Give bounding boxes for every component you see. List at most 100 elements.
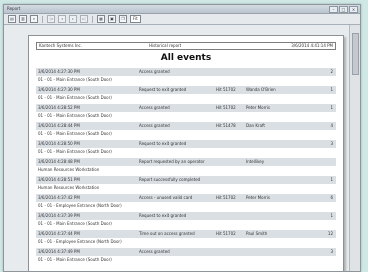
event-timestamp: 3/6/2014 4:28:51 PM <box>38 177 80 182</box>
event-entry[interactable]: 3/6/2014 4:37:39 PM Request to exit grant… <box>36 212 336 228</box>
event-timestamp: 3/6/2014 4:28:50 PM <box>38 141 80 146</box>
copy-icon[interactable]: ❐ <box>119 15 127 23</box>
event-main-row: 3/6/2014 4:27:30 PM Request to exit grant… <box>36 86 336 94</box>
event-main-row: 3/6/2014 4:28:51 PM Report successfully c… <box>36 176 336 184</box>
events-list: 3/6/2014 4:27:30 PM Access granted 2 01 - 0… <box>36 68 336 266</box>
event-location: 01 - 01 - Employee Entrance (North Door) <box>38 239 122 244</box>
event-entry[interactable]: 3/6/2014 4:37:44 PM Time out on access gr… <box>36 230 336 246</box>
toolbar-separator <box>42 15 43 23</box>
event-entry[interactable]: 3/6/2014 4:28:52 PM Access granted Hit 517… <box>36 104 336 120</box>
event-entry[interactable]: 3/6/2014 4:28:48 PM Report requested by a… <box>36 158 336 174</box>
previous-page-icon[interactable]: ◂ <box>58 15 66 23</box>
event-entry[interactable]: 3/6/2014 4:27:30 PM Access granted 2 01 - 0… <box>36 68 336 84</box>
event-main-row: 3/6/2014 4:28:48 PM Report requested by a… <box>36 158 336 166</box>
scrollbar-thumb[interactable] <box>352 33 359 75</box>
cardholder-name: Intellikey <box>246 159 265 164</box>
event-main-row: 3/6/2014 4:37:42 PM Access - unused valid… <box>36 194 336 202</box>
event-description: Time out on access granted <box>139 231 195 236</box>
event-description: Access granted <box>139 105 170 110</box>
cardholder-name: Peter Morris <box>246 195 270 200</box>
event-location: 01 - 01 - Main Entrance (South Door) <box>38 131 112 136</box>
cardholder-name: Paul Smith <box>246 231 268 236</box>
event-main-row: 3/6/2014 4:28:50 PM Request to exit grant… <box>36 140 336 148</box>
export-icon[interactable]: ▥ <box>19 15 27 23</box>
event-main-row: 3/6/2014 4:37:49 PM Access granted 3 <box>36 248 336 256</box>
card-number: Hit 51702 <box>216 231 236 236</box>
event-description: Request to exit granted <box>139 141 187 146</box>
print-preview-icon[interactable]: ▣ <box>108 15 116 23</box>
title-bar: Report – □ × <box>4 5 360 14</box>
event-location-row: 01 - 01 - Employee Entrance (North Door) <box>36 202 336 210</box>
event-count: 3 <box>330 249 333 254</box>
report-type: Historical report <box>149 43 182 48</box>
event-timestamp: 3/6/2014 4:37:39 PM <box>38 213 80 218</box>
search-icon[interactable]: ⌕ <box>30 15 38 23</box>
event-main-row: 3/6/2014 4:28:52 PM Access granted Hit 517… <box>36 104 336 112</box>
event-entry[interactable]: 3/6/2014 4:28:50 PM Request to exit grant… <box>36 140 336 156</box>
event-location: 01 - 01 - Main Entrance (South Door) <box>38 95 112 100</box>
event-entry[interactable]: 3/6/2014 4:37:42 PM Access - unused valid… <box>36 194 336 210</box>
event-description: Access granted <box>139 69 170 74</box>
event-location-row: 01 - 01 - Main Entrance (South Door) <box>36 220 336 228</box>
event-location: 01 - 01 - Employee Entrance (North Door) <box>38 203 122 208</box>
event-count: 1 <box>330 87 333 92</box>
event-timestamp: 3/6/2014 4:27:30 PM <box>38 87 80 92</box>
page-setup-icon[interactable]: ▦ <box>97 15 105 23</box>
card-number: Hit 51702 <box>216 105 236 110</box>
event-location-row: 01 - 01 - Main Entrance (South Door) <box>36 94 336 102</box>
card-number: Hit 51478 <box>216 123 236 128</box>
last-page-icon[interactable]: ▸| <box>80 15 88 23</box>
event-main-row: 3/6/2014 4:37:44 PM Time out on access gr… <box>36 230 336 238</box>
event-location: 01 - 01 - Main Entrance (South Door) <box>38 113 112 118</box>
event-entry[interactable]: 3/6/2014 4:28:44 PM Access granted Hit 514… <box>36 122 336 138</box>
event-count: 3 <box>330 141 333 146</box>
close-button[interactable]: × <box>349 6 358 13</box>
event-entry[interactable]: 3/6/2014 4:27:30 PM Request to exit grant… <box>36 86 336 102</box>
event-count: 1 <box>330 105 333 110</box>
event-description: Access granted <box>139 249 170 254</box>
minimize-button[interactable]: – <box>329 6 338 13</box>
event-timestamp: 3/6/2014 4:27:30 PM <box>38 69 80 74</box>
zoom-select[interactable]: Fit <box>130 15 141 23</box>
report-header: Kantech Systems Inc. Historical report 3… <box>36 42 336 50</box>
event-entry[interactable]: 3/6/2014 4:28:51 PM Report successfully c… <box>36 176 336 192</box>
event-description: Request to exit granted <box>139 213 187 218</box>
event-entry[interactable]: 3/6/2014 4:37:49 PM Access granted 3 01 - 0… <box>36 248 336 264</box>
event-main-row: 3/6/2014 4:28:44 PM Access granted Hit 514… <box>36 122 336 130</box>
event-location: 01 - 01 - Main Entrance (South Door) <box>38 77 112 82</box>
event-location-row: 01 - 01 - Main Entrance (South Door) <box>36 256 336 264</box>
report-viewport[interactable]: Kantech Systems Inc. Historical report 3… <box>4 25 360 271</box>
event-location: 01 - 01 - Main Entrance (South Door) <box>38 257 112 262</box>
event-count: 6 <box>330 195 333 200</box>
report-page: Kantech Systems Inc. Historical report 3… <box>28 35 344 271</box>
event-timestamp: 3/6/2014 4:28:48 PM <box>38 159 80 164</box>
company-name: Kantech Systems Inc. <box>39 43 83 48</box>
event-location-row: 01 - 01 - Main Entrance (South Door) <box>36 130 336 138</box>
first-page-icon[interactable]: |◂ <box>47 15 55 23</box>
event-count: 2 <box>330 69 333 74</box>
event-timestamp: 3/6/2014 4:28:44 PM <box>38 123 80 128</box>
event-count: 4 <box>330 123 333 128</box>
maximize-button[interactable]: □ <box>339 6 348 13</box>
toolbar: ▤ ▥ ⌕ |◂ ◂ ▸ ▸| ▦ ▣ ❐ Fit <box>4 14 360 25</box>
event-count: 1 <box>330 177 333 182</box>
event-timestamp: 3/6/2014 4:28:52 PM <box>38 105 80 110</box>
cardholder-name: Dan Kraft <box>246 123 265 128</box>
event-description: Request to exit granted <box>139 87 187 92</box>
event-location-row: Human Resources Workstation <box>36 166 336 174</box>
event-location: Human Resources Workstation <box>38 167 100 172</box>
print-icon[interactable]: ▤ <box>8 15 16 23</box>
report-title: All events <box>160 53 212 63</box>
event-location-row: 01 - 01 - Main Entrance (South Door) <box>36 148 336 156</box>
next-page-icon[interactable]: ▸ <box>69 15 77 23</box>
cardholder-name: Wanda O'Brien <box>246 87 276 92</box>
event-location-row: 01 - 01 - Employee Entrance (North Door) <box>36 238 336 246</box>
report-viewer-window: Report – □ × ▤ ▥ ⌕ |◂ ◂ ▸ ▸| ▦ ▣ ❐ Fit K… <box>3 4 361 272</box>
card-number: Hit 51702 <box>216 195 236 200</box>
event-location: Human Resources Workstation <box>38 185 100 190</box>
event-location-row: 01 - 01 - Main Entrance (South Door) <box>36 112 336 120</box>
toolbar-separator <box>92 15 93 23</box>
event-description: Access granted <box>139 123 170 128</box>
vertical-scrollbar[interactable] <box>349 25 360 271</box>
event-description: Access - unused valid card <box>139 195 193 200</box>
